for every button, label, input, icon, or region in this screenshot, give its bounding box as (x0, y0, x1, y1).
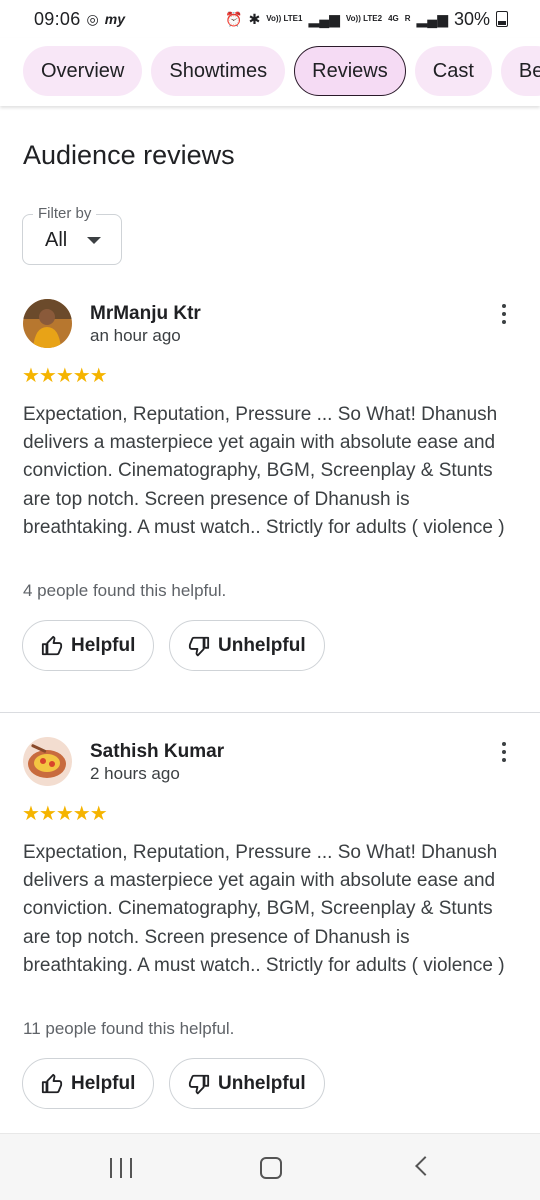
app-notification-icon: my (104, 11, 125, 27)
tab-overview[interactable]: Overview (23, 46, 143, 96)
review-text: Expectation, Reputation, Pressure ... So… (23, 842, 505, 976)
review-divider (0, 712, 540, 713)
more-options-icon[interactable] (494, 740, 514, 764)
sync-icon: ◎ (86, 11, 99, 27)
review-time: 2 hours ago (90, 764, 180, 783)
helpful-button[interactable]: Helpful (22, 1058, 155, 1109)
avatar[interactable] (23, 299, 72, 348)
unhelpful-button[interactable]: Unhelpful (169, 1058, 325, 1109)
home-icon[interactable] (260, 1157, 282, 1179)
unhelpful-label: Unhelpful (218, 634, 306, 656)
network-label-3: 4G (388, 14, 399, 23)
network-label-1: Vo)) LTE1 (266, 14, 303, 23)
unhelpful-button[interactable]: Unhelpful (169, 620, 325, 671)
thumbs-up-icon (41, 1073, 63, 1093)
more-options-icon[interactable] (494, 302, 514, 326)
star-rating: ★★★★★ (22, 803, 108, 825)
filter-label: Filter by (33, 205, 97, 222)
tab-showtimes[interactable]: Showtimes (151, 46, 286, 96)
review-time: an hour ago (90, 326, 181, 345)
helpful-count: 11 people found this helpful. (23, 1019, 235, 1038)
unhelpful-label: Unhelpful (218, 1072, 306, 1094)
reviewer-name: MrManju Ktr (90, 303, 201, 324)
status-right: ⏰ ✱ Vo)) LTE1 ▂▄▆ Vo)) LTE2 4G R ▂▄▆ 30% (225, 9, 508, 30)
back-icon[interactable] (415, 1156, 435, 1176)
signal-2-icon: ▂▄▆ (416, 11, 448, 27)
helpful-label: Helpful (71, 1072, 136, 1094)
review-text: Expectation, Reputation, Pressure ... So… (23, 404, 505, 538)
thumbs-down-icon (188, 1074, 210, 1094)
avatar[interactable] (23, 737, 72, 786)
status-time: 09:06 (34, 8, 81, 29)
tabs-bar: Overview Showtimes Reviews Cast Be (0, 38, 540, 106)
bluetooth-icon: ✱ (248, 11, 261, 27)
thumbs-down-icon (188, 636, 210, 656)
status-bar: 09:06 ◎ my ⏰ ✱ Vo)) LTE1 ▂▄▆ Vo)) LTE2 4… (0, 0, 540, 38)
tab-list: Overview Showtimes Reviews Cast Be (0, 38, 540, 96)
filter-dropdown[interactable]: Filter by All (22, 205, 122, 265)
network-label-4: R (404, 14, 411, 23)
recent-apps-icon[interactable] (110, 1158, 132, 1178)
helpful-button[interactable]: Helpful (22, 620, 155, 671)
status-left: 09:06 ◎ my (34, 9, 125, 30)
tab-reviews[interactable]: Reviews (294, 46, 406, 96)
battery-percent: 30% (453, 8, 490, 29)
dropdown-caret-icon (87, 237, 101, 244)
system-nav-bar (0, 1133, 540, 1200)
tab-more[interactable]: Be (500, 46, 540, 96)
reviewer-name: Sathish Kumar (90, 741, 225, 762)
page-title: Audience reviews (23, 140, 235, 170)
helpful-label: Helpful (71, 634, 136, 656)
battery-icon (496, 11, 508, 27)
alarm-icon: ⏰ (225, 11, 243, 27)
thumbs-up-icon (41, 635, 63, 655)
helpful-count: 4 people found this helpful. (23, 581, 227, 600)
network-label-2: Vo)) LTE2 (345, 14, 383, 23)
filter-value: All (45, 229, 68, 251)
star-rating: ★★★★★ (22, 365, 108, 387)
signal-1-icon: ▂▄▆ (308, 11, 340, 27)
tab-cast[interactable]: Cast (414, 46, 492, 96)
